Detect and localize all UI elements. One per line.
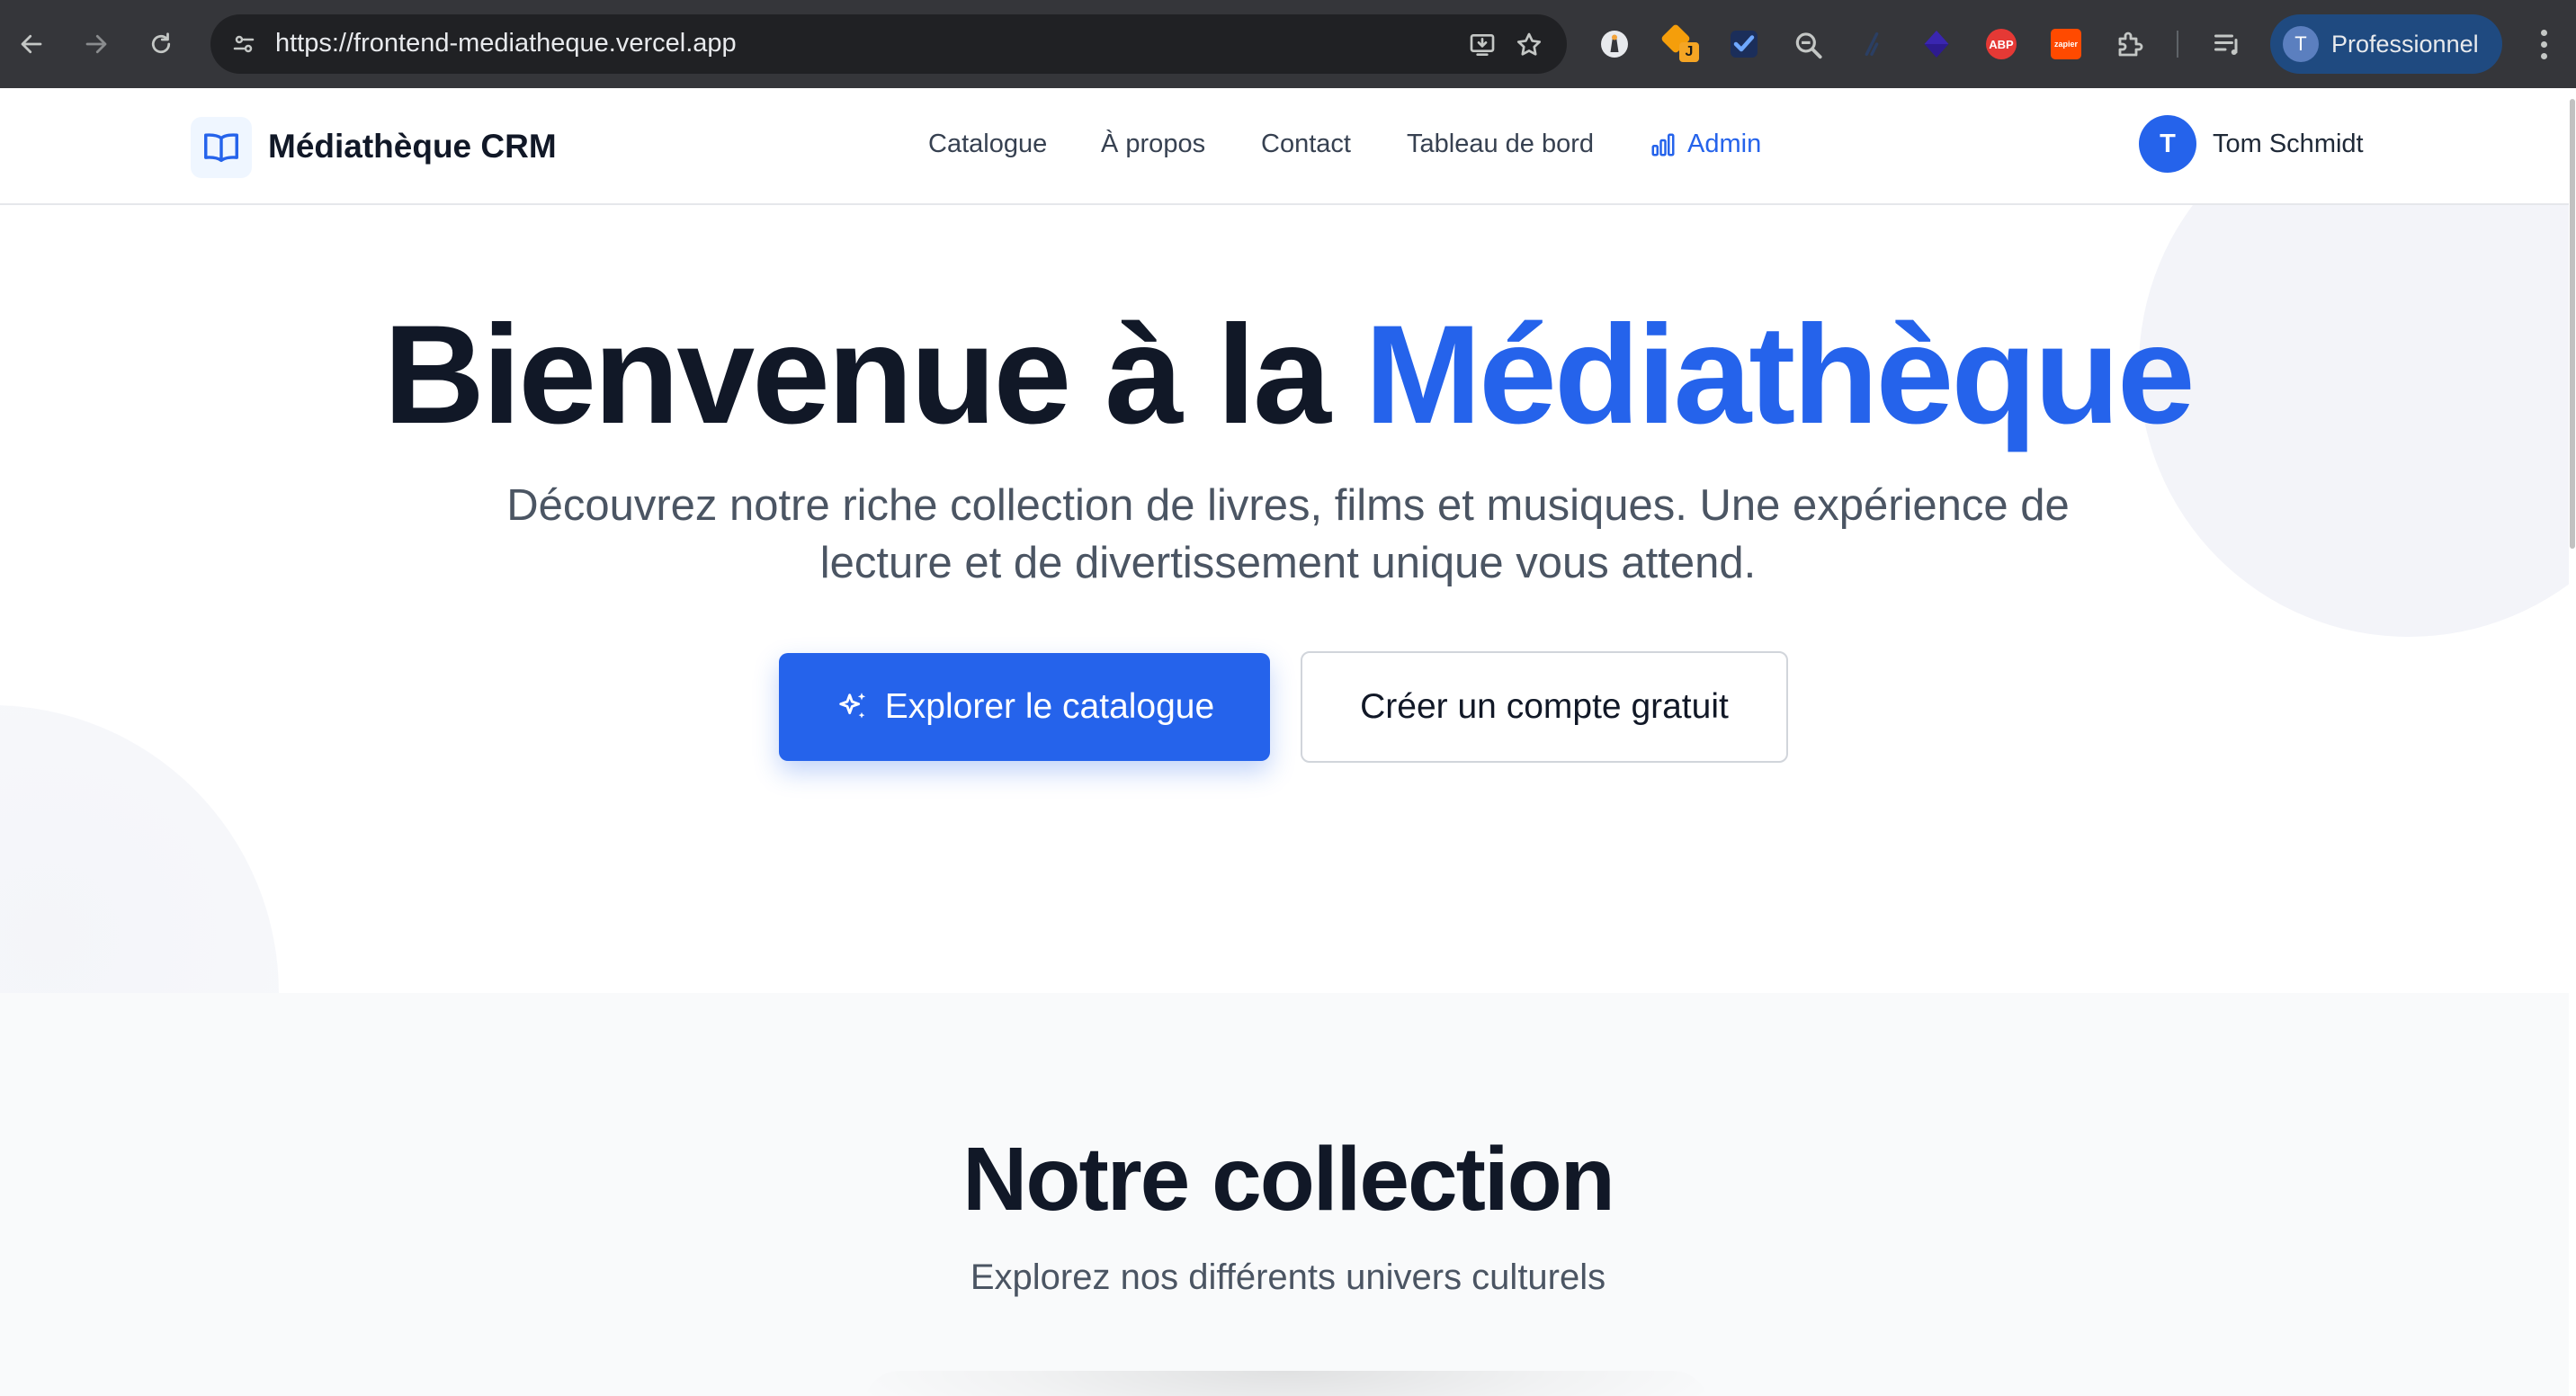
collection-title: Notre collection bbox=[962, 1129, 1615, 1230]
extension-seo[interactable] bbox=[1788, 23, 1829, 65]
zapier-icon: zapier bbox=[2051, 29, 2081, 59]
collection-section: Notre collection Explorez nos différents… bbox=[0, 993, 2576, 1396]
create-account-label: Créer un compte gratuit bbox=[1360, 687, 1729, 726]
reload-icon bbox=[151, 32, 171, 54]
explore-catalogue-button[interactable]: Explorer le catalogue bbox=[779, 653, 1270, 761]
j-badge: J bbox=[1679, 42, 1699, 62]
j-extension-icon: J bbox=[1660, 23, 1699, 62]
forward-button[interactable] bbox=[74, 22, 119, 67]
star-icon bbox=[1516, 32, 1542, 56]
hero-title: Bienvenue à la Médiathèque bbox=[0, 295, 2576, 456]
bookmark-button[interactable] bbox=[1511, 27, 1547, 63]
nav-contact[interactable]: Contact bbox=[1261, 130, 1351, 159]
extension-adblock[interactable]: ABP bbox=[1981, 23, 2022, 65]
user-avatar[interactable]: T bbox=[2139, 115, 2196, 173]
media-queue-icon bbox=[2214, 34, 2238, 55]
explore-catalogue-label: Explorer le catalogue bbox=[884, 687, 1215, 726]
seo-icon bbox=[1795, 32, 1822, 59]
extension-j[interactable]: J bbox=[1660, 23, 1702, 65]
back-button[interactable] bbox=[9, 22, 54, 67]
decorative-circle bbox=[0, 705, 279, 993]
collection-subtitle: Explorez nos différents univers culturel… bbox=[970, 1257, 1606, 1297]
browser-menu-button[interactable] bbox=[2526, 23, 2562, 65]
bar-chart-icon bbox=[1651, 133, 1675, 157]
dot-icon bbox=[2540, 40, 2547, 48]
extension-slash[interactable] bbox=[1851, 23, 1892, 65]
profile-avatar: T bbox=[2283, 26, 2319, 62]
address-bar[interactable]: https://frontend-mediatheque.vercel.app bbox=[210, 14, 1567, 74]
checkmark-icon bbox=[1731, 31, 1758, 58]
extension-lighthouse[interactable] bbox=[1594, 23, 1635, 65]
extension-zapier[interactable]: zapier bbox=[2045, 23, 2087, 65]
reading-list-button[interactable] bbox=[2207, 23, 2249, 65]
puzzle-icon bbox=[2118, 31, 2143, 57]
dot-icon bbox=[2540, 52, 2547, 59]
slash-icon bbox=[1865, 31, 1879, 57]
lighthouse-icon bbox=[1601, 31, 1628, 58]
create-account-button[interactable]: Créer un compte gratuit bbox=[1301, 651, 1788, 763]
profile-button[interactable]: T Professionnel bbox=[2270, 14, 2502, 74]
dot-icon bbox=[2540, 29, 2547, 36]
extension-todo[interactable] bbox=[1723, 23, 1765, 65]
sparkles-icon bbox=[839, 693, 865, 719]
nav-about[interactable]: À propos bbox=[1101, 130, 1205, 159]
scrollbar-thumb[interactable] bbox=[2570, 99, 2575, 549]
adblock-icon: ABP bbox=[1986, 29, 2017, 59]
install-icon bbox=[1470, 34, 1495, 56]
open-book-icon bbox=[204, 133, 238, 163]
tune-icon bbox=[233, 35, 255, 53]
collection-card-top bbox=[863, 1371, 1709, 1396]
install-app-button[interactable] bbox=[1464, 27, 1500, 63]
cube-icon bbox=[1924, 31, 1949, 58]
extensions-menu-button[interactable] bbox=[2110, 23, 2151, 65]
nav-dashboard[interactable]: Tableau de bord bbox=[1407, 130, 1594, 159]
user-name[interactable]: Tom Schmidt bbox=[2213, 130, 2364, 159]
hero-title-accent: Médiathèque bbox=[1364, 297, 2195, 453]
hero-title-main: Bienvenue à la bbox=[383, 297, 1365, 453]
nav-catalogue[interactable]: Catalogue bbox=[928, 130, 1047, 159]
reload-button[interactable] bbox=[139, 22, 183, 67]
nav-admin[interactable]: Admin bbox=[1687, 130, 1761, 159]
brand-name[interactable]: Médiathèque CRM bbox=[268, 128, 557, 166]
hero-subtitle: Découvrez notre riche collection de livr… bbox=[506, 481, 2070, 587]
extension-cube[interactable] bbox=[1916, 23, 1957, 65]
profile-label: Professionnel bbox=[2331, 30, 2479, 58]
toolbar-divider bbox=[2177, 31, 2178, 58]
arrow-left-icon bbox=[21, 34, 42, 54]
site-info-button[interactable] bbox=[223, 23, 264, 65]
logo[interactable] bbox=[191, 117, 252, 178]
arrow-right-icon bbox=[85, 34, 107, 54]
browser-toolbar: https://frontend-mediatheque.vercel.app … bbox=[0, 0, 2576, 89]
hero-section: Bienvenue à la Médiathèque Découvrez not… bbox=[0, 205, 2576, 993]
url-text[interactable]: https://frontend-mediatheque.vercel.app bbox=[275, 29, 737, 58]
site-header: Médiathèque CRM Catalogue À propos Conta… bbox=[0, 88, 2576, 205]
